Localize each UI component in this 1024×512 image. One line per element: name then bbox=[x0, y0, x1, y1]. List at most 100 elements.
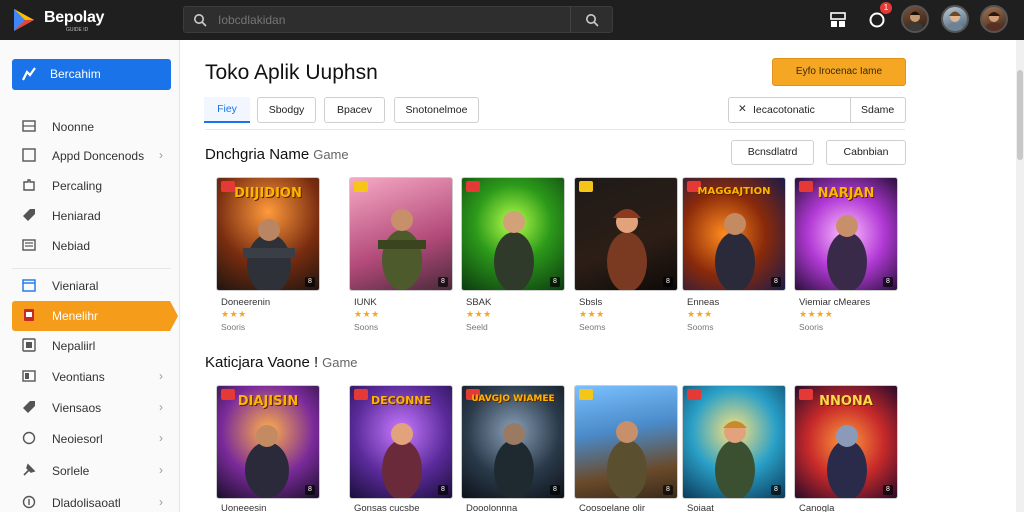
cta-button[interactable]: Eyfo Irocenac Iame bbox=[772, 58, 906, 86]
sidebar-item-7[interactable]: Nepaliirl bbox=[12, 333, 171, 359]
notification-badge: 1 bbox=[880, 2, 892, 14]
circle-icon bbox=[22, 431, 36, 445]
section-title-text: Dnchgria Name bbox=[205, 146, 310, 163]
app-thumbnail: 8 bbox=[682, 385, 786, 499]
tag-icon bbox=[23, 401, 35, 413]
scrollbar[interactable] bbox=[1016, 40, 1024, 512]
sidebar-item-11[interactable]: Sorlele › bbox=[12, 458, 171, 484]
badge-icon bbox=[687, 389, 701, 400]
tab-1[interactable]: Sbodgy bbox=[257, 97, 316, 123]
sidebar-item-label: Nepaliirl bbox=[52, 339, 96, 353]
thumbnail-banner: MAGGAJTION bbox=[697, 186, 771, 197]
list-icon bbox=[22, 120, 36, 132]
rating-count: Soons bbox=[354, 322, 379, 332]
pin-icon bbox=[23, 463, 36, 476]
app-title: Gonsas cucsbe bbox=[354, 503, 420, 512]
square-icon bbox=[22, 148, 36, 162]
brand-name[interactable]: Bepolay bbox=[44, 9, 104, 27]
scrollbar-thumb[interactable] bbox=[1017, 70, 1023, 160]
content-divider bbox=[205, 129, 905, 130]
sidebar-item-8[interactable]: Veontians › bbox=[12, 364, 171, 390]
tab-2[interactable]: Bpacev bbox=[324, 97, 385, 123]
chevron-right-icon: › bbox=[159, 463, 163, 477]
search-icon bbox=[194, 14, 207, 27]
rank-badge: 8 bbox=[771, 485, 781, 495]
rating-count: Sooris bbox=[799, 322, 824, 332]
rank-badge: 8 bbox=[663, 277, 673, 287]
section-button-1[interactable]: Bcnsdlatrd bbox=[731, 140, 814, 165]
sidebar-item-12[interactable]: Dladolisaoatl › bbox=[12, 490, 171, 512]
sidebar-primary-label: Bercahim bbox=[50, 67, 101, 81]
thumbnail-banner: NARJAN bbox=[817, 186, 875, 201]
home-icon bbox=[22, 67, 36, 81]
rating-count: Seoms bbox=[579, 322, 606, 332]
avatar-3[interactable] bbox=[980, 5, 1008, 33]
sidebar-item-9[interactable]: Viensaos › bbox=[12, 395, 171, 421]
section-title-2: Katicjara Vaone ! Game bbox=[205, 354, 358, 371]
sidebar-item-label: Noonne bbox=[52, 120, 95, 134]
sidebar-primary-button[interactable]: Bercahim bbox=[12, 59, 171, 90]
sidebar-item-1[interactable]: Appd Doncenods › bbox=[12, 143, 171, 169]
tag-icon bbox=[23, 209, 35, 221]
badge-icon bbox=[579, 389, 593, 400]
sidebar-item-5[interactable]: Vieniaral bbox=[12, 273, 171, 299]
rank-badge: 8 bbox=[305, 485, 315, 495]
chevron-right-icon: › bbox=[159, 400, 163, 414]
section-title-suffix: Game bbox=[313, 147, 349, 162]
app-title: Canogla bbox=[799, 503, 835, 512]
filter-divider bbox=[850, 98, 851, 122]
app-title: Coosoelane olir bbox=[579, 503, 646, 512]
tab-0[interactable]: Fiey bbox=[204, 97, 250, 123]
app-grid-button[interactable] bbox=[826, 8, 850, 32]
app-thumbnail: UAVGJO WIAMEE 8 bbox=[461, 385, 565, 499]
sidebar-item-label: Dladolisaoatl bbox=[52, 496, 121, 510]
close-icon[interactable]: ✕ bbox=[738, 103, 747, 115]
sidebar-item-4[interactable]: Nebiad bbox=[12, 233, 171, 259]
filter-right-option[interactable]: Sdame bbox=[861, 104, 894, 116]
chevron-right-icon: › bbox=[159, 431, 163, 445]
badge-icon bbox=[354, 181, 368, 192]
app-thumbnail: 8 bbox=[574, 385, 678, 499]
box-icon bbox=[24, 309, 34, 321]
filter-box: ✕ Iecacotonatic Sdame bbox=[728, 97, 906, 123]
rating-stars: ★★★ bbox=[687, 309, 713, 319]
app-title: Soiaat bbox=[687, 503, 714, 512]
top-bar: Bepolay GUIDE ID 1 bbox=[0, 0, 1024, 40]
chevron-right-icon: › bbox=[159, 148, 163, 162]
section-button-2[interactable]: Cabnbian bbox=[826, 140, 906, 165]
rating-count: Seeld bbox=[466, 322, 488, 332]
chevron-right-icon: › bbox=[159, 369, 163, 383]
thumbnail-banner: DIIJIDION bbox=[234, 186, 302, 201]
sidebar-item-label: Sorlele bbox=[52, 464, 90, 478]
avatar-2[interactable] bbox=[941, 5, 969, 33]
sidebar-item-2[interactable]: Percaling bbox=[12, 173, 171, 199]
search-button[interactable] bbox=[570, 7, 612, 32]
rank-badge: 8 bbox=[550, 485, 560, 495]
sidebar-item-label: Percaling bbox=[52, 179, 103, 193]
sidebar-item-3[interactable]: Heniarad bbox=[12, 203, 171, 229]
brand-subtitle: GUIDE ID bbox=[66, 27, 89, 33]
rank-badge: 8 bbox=[883, 277, 893, 287]
app-title: Uoneeesin bbox=[221, 503, 267, 512]
badge-icon bbox=[466, 181, 480, 192]
sidebar-item-10[interactable]: Neoiesorl › bbox=[12, 426, 171, 452]
filter-left-option[interactable]: Iecacotonatic bbox=[753, 104, 815, 116]
sidebar-item-6[interactable]: Menelihr bbox=[12, 301, 178, 331]
rank-badge: 8 bbox=[663, 485, 673, 495]
avatar-1[interactable] bbox=[901, 5, 929, 33]
sidebar-item-label: Heniarad bbox=[52, 209, 101, 223]
tab-3[interactable]: Snotonelmoe bbox=[394, 97, 479, 123]
puzzle-icon bbox=[23, 179, 35, 191]
app-title: IUNK bbox=[354, 297, 377, 308]
rank-badge: 8 bbox=[305, 277, 315, 287]
rating-count: Sooris bbox=[221, 322, 246, 332]
rank-badge: 8 bbox=[771, 277, 781, 287]
rank-badge: 8 bbox=[883, 485, 893, 495]
sidebar-item-0[interactable]: Noonne bbox=[12, 114, 171, 140]
app-title: Viemiar cMeares bbox=[799, 297, 871, 308]
sidebar-item-label: Vieniaral bbox=[52, 279, 99, 293]
play-logo-icon[interactable] bbox=[10, 6, 38, 34]
search-input[interactable] bbox=[218, 7, 548, 32]
sidebar-item-label: Appd Doncenods bbox=[52, 149, 145, 163]
thumbnail-banner: DIAJISIN bbox=[237, 394, 299, 409]
